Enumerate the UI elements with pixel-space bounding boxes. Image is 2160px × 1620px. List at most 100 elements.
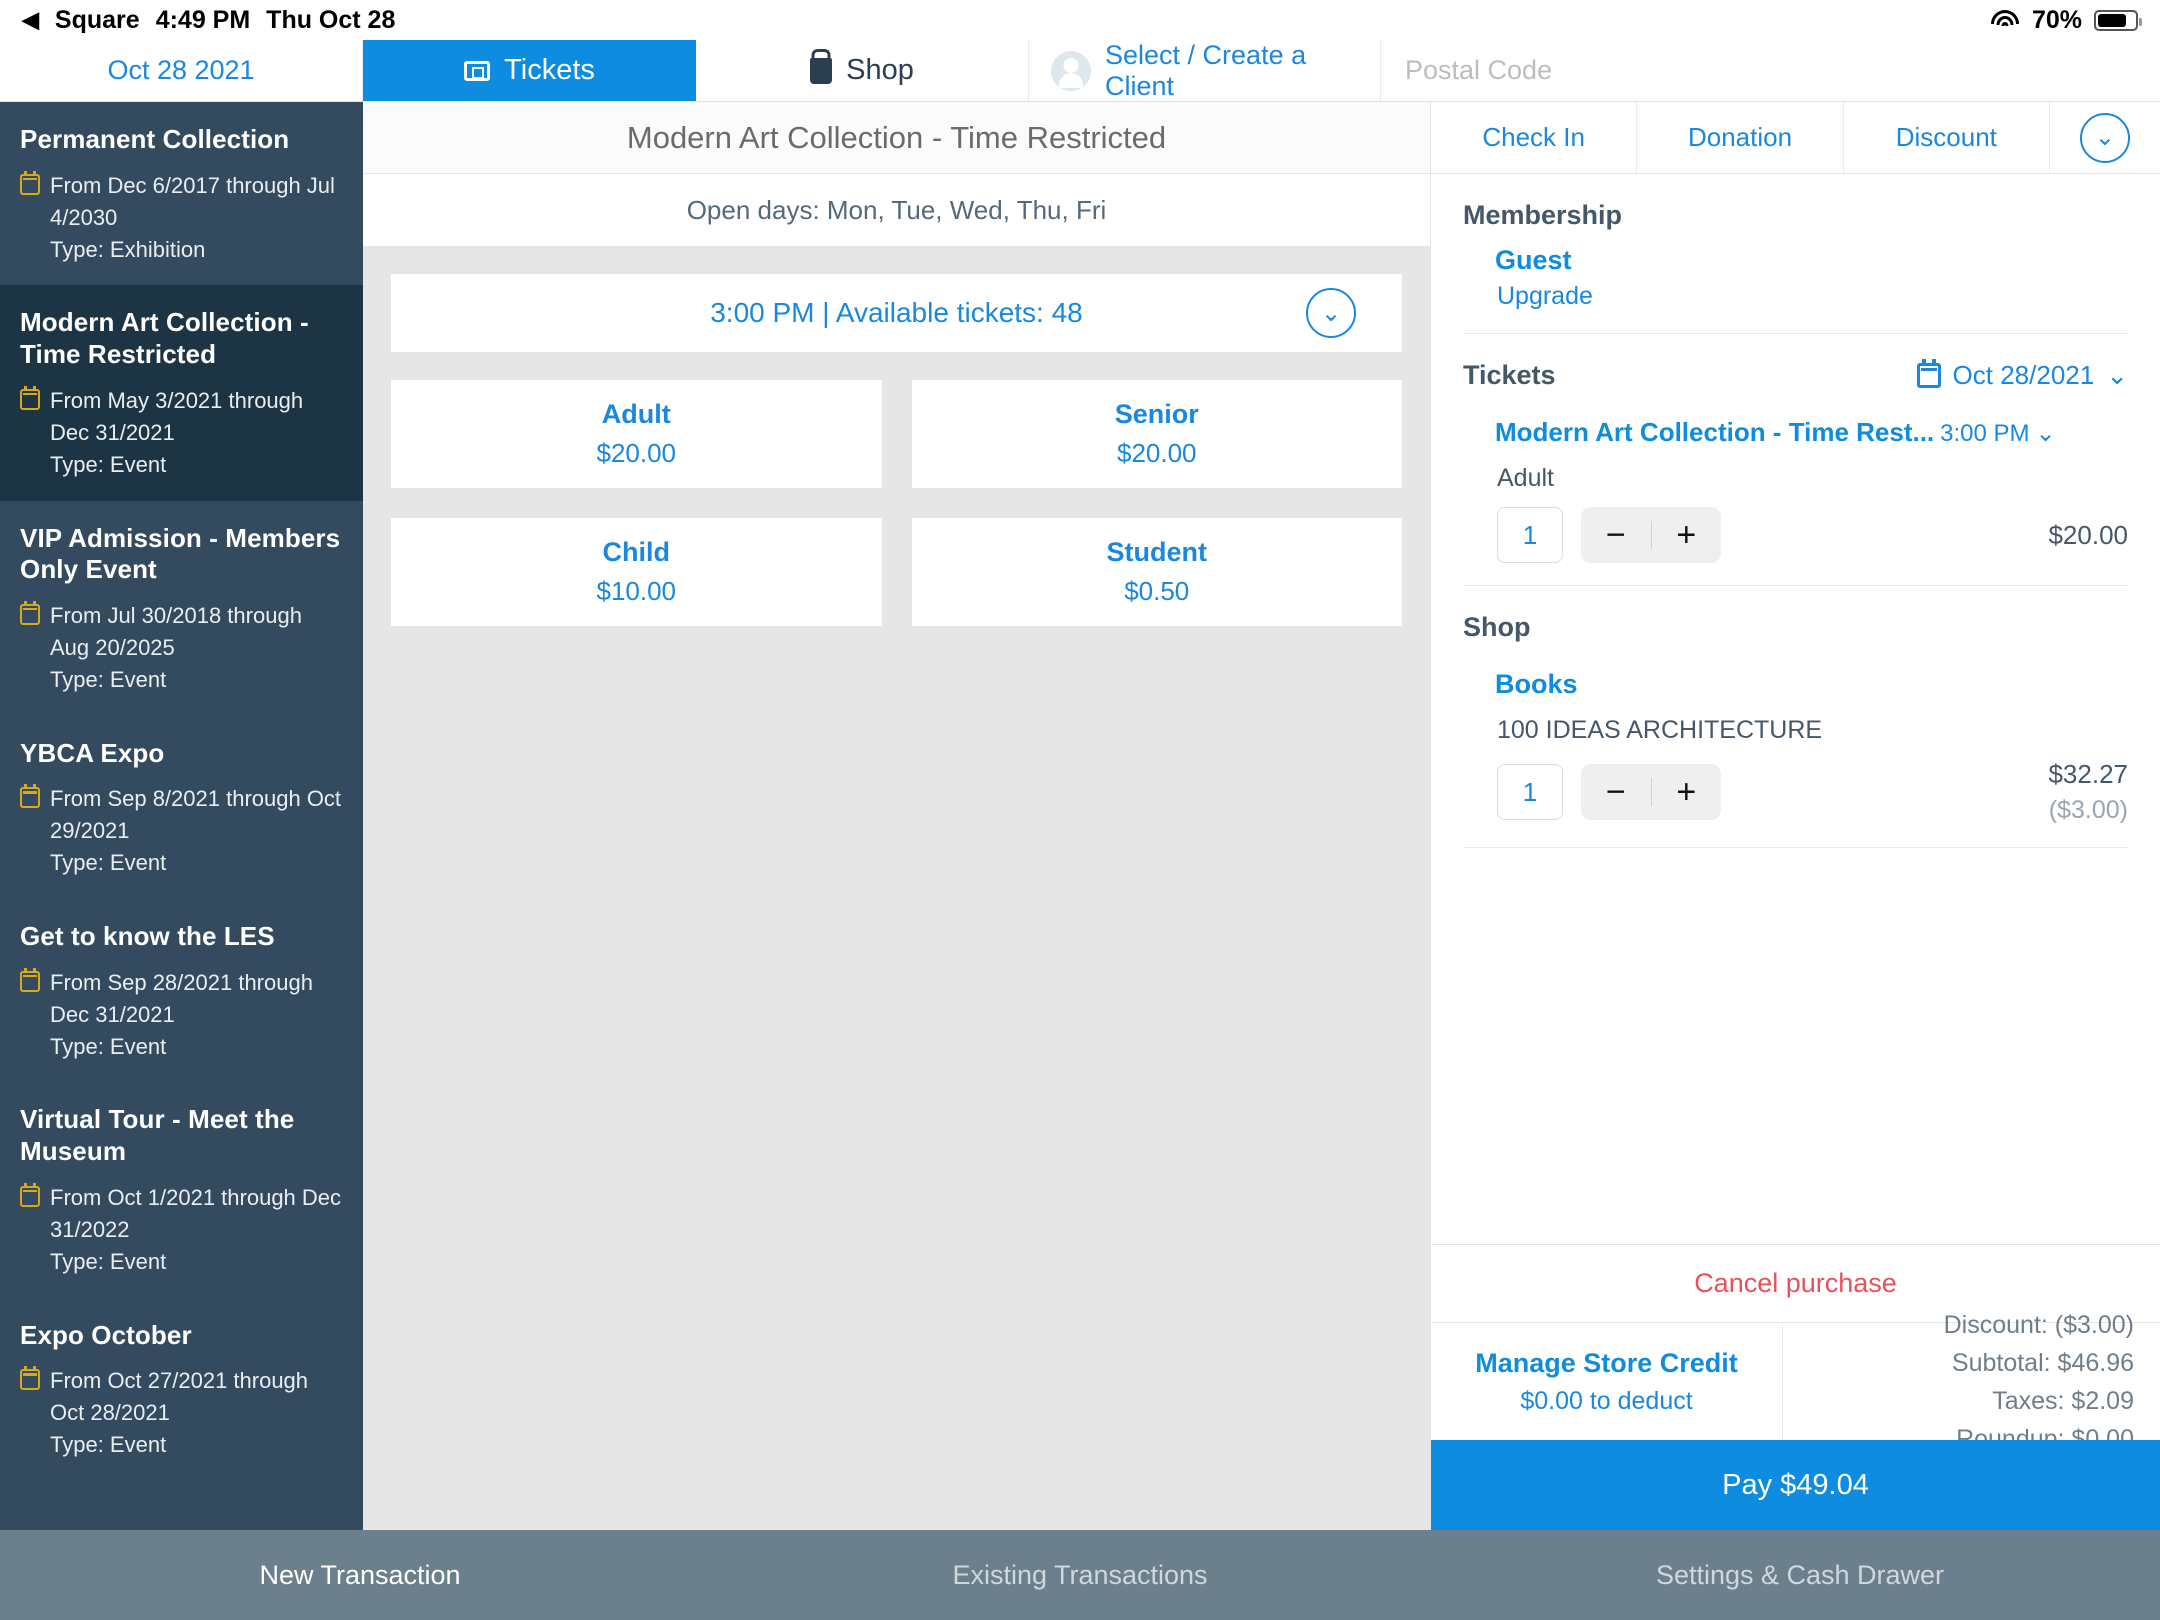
calendar-icon: [20, 385, 40, 410]
sidebar-event-vip-admission[interactable]: VIP Admission - Members Only Event From …: [0, 500, 363, 716]
event-meta: From May 3/2021 through Dec 31/2021 Type…: [20, 385, 343, 481]
increment-button[interactable]: +: [1652, 516, 1722, 555]
battery-percent-label: 70%: [2031, 5, 2082, 34]
select-create-client-label: Select / Create a Client: [1105, 39, 1307, 101]
status-bar-app-name[interactable]: Square: [55, 6, 140, 35]
store-credit-deduct-label: $0.00 to deduct: [1520, 1386, 1693, 1415]
ticket-line-item-controls: 1 − + $20.00: [1463, 493, 2128, 563]
center-content: 3:00 PM | Available tickets: 48 ⌄ Adult …: [363, 246, 1430, 1530]
cart-actions-bar: Check In Donation Discount ⌄: [1431, 102, 2160, 174]
calendar-icon: [20, 170, 40, 195]
ticket-icon: [464, 60, 491, 81]
tickets-date-picker[interactable]: Oct 28/2021 ⌄: [1916, 359, 2128, 391]
sidebar-event-expo-october[interactable]: Expo October From Oct 27/2021 through Oc…: [0, 1297, 363, 1481]
event-title: Get to know the LES: [20, 921, 275, 951]
ticket-type-student[interactable]: Student $0.50: [911, 518, 1402, 626]
calendar-icon: [20, 1182, 40, 1207]
event-type: Type: Event: [50, 1432, 167, 1457]
time-slot-selector[interactable]: 3:00 PM | Available tickets: 48 ⌄: [391, 274, 1402, 352]
select-create-client-button[interactable]: Select / Create a Client: [1028, 40, 1381, 101]
sidebar-event-ybca-expo[interactable]: YBCA Expo From Sep 8/2021 through Oct 29…: [0, 715, 363, 899]
bottom-nav-new-transaction[interactable]: New Transaction: [0, 1530, 720, 1620]
shop-category-books[interactable]: Books: [1463, 643, 2128, 700]
tickets-section-header: Tickets Oct 28/2021 ⌄: [1463, 334, 2128, 391]
event-dates-type: From Oct 1/2021 through Dec 31/2022 Type…: [50, 1182, 343, 1278]
event-title: Expo October: [20, 1319, 192, 1350]
shop-quantity-input[interactable]: 1: [1497, 764, 1563, 820]
ticket-line-item-title[interactable]: Modern Art Collection - Time Rest... 3:0…: [1463, 391, 2128, 448]
event-title: VIP Admission - Members Only Event: [20, 522, 341, 585]
summary-taxes: Taxes: $2.09: [1992, 1386, 2134, 1415]
ticket-type-price: $20.00: [596, 438, 677, 468]
shop-line-item-name: 100 IDEAS ARCHITECTURE: [1497, 716, 1823, 744]
cart-contents: Membership Guest Upgrade Tickets Oct 28/…: [1431, 174, 2160, 1244]
ticket-quantity-input[interactable]: 1: [1497, 507, 1563, 563]
center-event-title: Modern Art Collection - Time Restricted: [363, 102, 1430, 174]
event-dates: From Sep 8/2021 through Oct 29/2021: [50, 786, 342, 844]
membership-upgrade-link[interactable]: Upgrade: [1463, 276, 2128, 311]
ticket-type-name: Student: [1106, 537, 1208, 567]
event-dates-type: From Sep 8/2021 through Oct 29/2021 Type…: [50, 783, 343, 879]
main-body: Permanent Collection From Dec 6/2017 thr…: [0, 102, 2160, 1530]
decrement-button[interactable]: −: [1581, 516, 1651, 555]
wifi-icon: [1990, 9, 2020, 31]
event-dates: From Oct 27/2021 through Oct 28/2021: [50, 1368, 309, 1426]
ticket-line-item-time: 3:00 PM: [1940, 420, 2030, 447]
event-dates-type: From Oct 27/2021 through Oct 28/2021 Typ…: [50, 1365, 343, 1461]
calendar-icon: [20, 1366, 40, 1391]
back-arrow-icon[interactable]: ◀: [22, 9, 39, 31]
increment-button[interactable]: +: [1652, 773, 1722, 812]
events-sidebar[interactable]: Permanent Collection From Dec 6/2017 thr…: [0, 102, 363, 1530]
tab-shop[interactable]: Shop: [696, 40, 1028, 101]
ticket-type-adult[interactable]: Adult $20.00: [391, 380, 882, 488]
event-dates-type: From Dec 6/2017 through Jul 4/2030 Type:…: [50, 170, 343, 266]
ticket-type-child[interactable]: Child $10.00: [391, 518, 882, 626]
bottom-nav-existing-transactions[interactable]: Existing Transactions: [720, 1530, 1440, 1620]
calendar-icon: [1916, 359, 1941, 388]
center-open-days: Open days: Mon, Tue, Wed, Thu, Fri: [363, 174, 1430, 246]
event-meta: From Sep 8/2021 through Oct 29/2021 Type…: [20, 783, 343, 879]
summary-subtotal: Subtotal: $46.96: [1951, 1348, 2134, 1377]
decrement-button[interactable]: −: [1581, 773, 1651, 812]
ticket-type-name: Adult: [601, 399, 671, 429]
tab-tickets-label: Tickets: [504, 54, 595, 86]
sidebar-event-virtual-tour[interactable]: Virtual Tour - Meet the Museum From Oct …: [0, 1082, 363, 1298]
bottom-navigation-bar: New Transaction Existing Transactions Se…: [0, 1530, 2160, 1620]
bottom-nav-settings-cash-drawer[interactable]: Settings & Cash Drawer: [1440, 1530, 2160, 1620]
donation-button[interactable]: Donation: [1637, 102, 1844, 173]
event-meta: From Dec 6/2017 through Jul 4/2030 Type:…: [20, 170, 343, 266]
sidebar-event-permanent-collection[interactable]: Permanent Collection From Dec 6/2017 thr…: [0, 102, 363, 286]
time-slot-label: 3:00 PM | Available tickets: 48: [710, 297, 1083, 328]
ticket-amount: $20.00: [2048, 519, 2128, 550]
top-navigation-bar: Oct 28 2021 Tickets Shop Select / Create…: [0, 40, 2160, 102]
summary-discount: Discount: ($3.00): [1943, 1310, 2134, 1339]
ticket-type-senior[interactable]: Senior $20.00: [911, 380, 1402, 488]
ticket-quantity-stepper: − +: [1581, 507, 1721, 563]
status-bar-right: 70%: [1990, 5, 2142, 35]
shop-quantity-stepper: − +: [1581, 764, 1721, 820]
center-panel: Modern Art Collection - Time Restricted …: [363, 102, 1430, 1530]
sidebar-event-get-to-know-the-les[interactable]: Get to know the LES From Sep 28/2021 thr…: [0, 899, 363, 1083]
sidebar-event-modern-art-collection[interactable]: Modern Art Collection - Time Restricted …: [0, 285, 363, 501]
ticket-type-price: $20.00: [1116, 438, 1197, 468]
tab-tickets[interactable]: Tickets: [363, 40, 696, 101]
postal-code-input[interactable]: Postal Code: [1381, 40, 2160, 101]
ticket-type-price: $0.50: [1124, 576, 1190, 606]
shopping-bag-icon: [810, 57, 833, 84]
shop-discount: ($3.00): [2048, 796, 2128, 824]
discount-button[interactable]: Discount: [1844, 102, 2050, 173]
event-meta: From Oct 1/2021 through Dec 31/2022 Type…: [20, 1182, 343, 1278]
event-title: YBCA Expo: [20, 737, 165, 768]
date-selector-button[interactable]: Oct 28 2021: [0, 40, 363, 101]
ticket-type-grid: Adult $20.00 Senior $20.00 Child $10.00 …: [391, 380, 1402, 626]
more-actions-button[interactable]: ⌄: [2050, 102, 2160, 173]
check-in-button[interactable]: Check In: [1431, 102, 1638, 173]
event-dates: From Oct 1/2021 through Dec 31/2022: [50, 1184, 342, 1242]
membership-level[interactable]: Guest: [1463, 231, 2128, 276]
pay-button[interactable]: Pay $49.04: [1431, 1440, 2160, 1530]
calendar-icon: [20, 784, 40, 809]
tab-shop-label: Shop: [846, 54, 914, 86]
event-meta: From Jul 30/2018 through Aug 20/2025 Typ…: [20, 600, 343, 696]
chevron-down-icon[interactable]: ⌄: [1306, 288, 1356, 338]
manage-store-credit-button[interactable]: Manage Store Credit $0.00 to deduct: [1431, 1323, 1783, 1440]
